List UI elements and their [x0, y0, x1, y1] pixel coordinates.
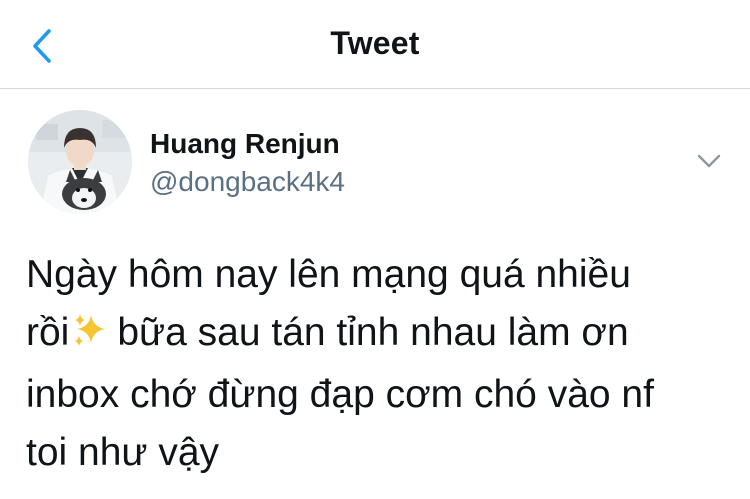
more-options-button[interactable] — [694, 150, 724, 172]
tweet-text-line: inbox chớ đừng đạp cơm chó vào nf — [26, 373, 654, 416]
tweet-text-line: Ngày hôm nay lên mạng quá nhiều — [26, 253, 631, 296]
page-title: Tweet — [330, 25, 420, 61]
author-handle[interactable]: @dongback4k4 — [150, 166, 345, 198]
tweet-text-segment: rồi — [26, 311, 70, 354]
tweet-text-line: toi như vậy — [26, 431, 220, 474]
tweet-text: Ngày hôm nay lên mạng quá nhiều rồi bữa s… — [26, 246, 726, 482]
sparkles-icon — [71, 308, 109, 366]
avatar[interactable] — [28, 110, 132, 214]
author-name[interactable]: Huang Renjun — [150, 128, 340, 160]
chevron-down-icon — [697, 154, 721, 168]
tweet-text-line: rồi bữa sau tán tỉnh nhau làm ơn — [26, 304, 726, 366]
avatar-image — [28, 110, 132, 214]
top-nav-bar: Tweet — [0, 0, 750, 89]
tweet-text-segment: bữa sau tán tỉnh nhau làm ơn — [117, 311, 629, 354]
